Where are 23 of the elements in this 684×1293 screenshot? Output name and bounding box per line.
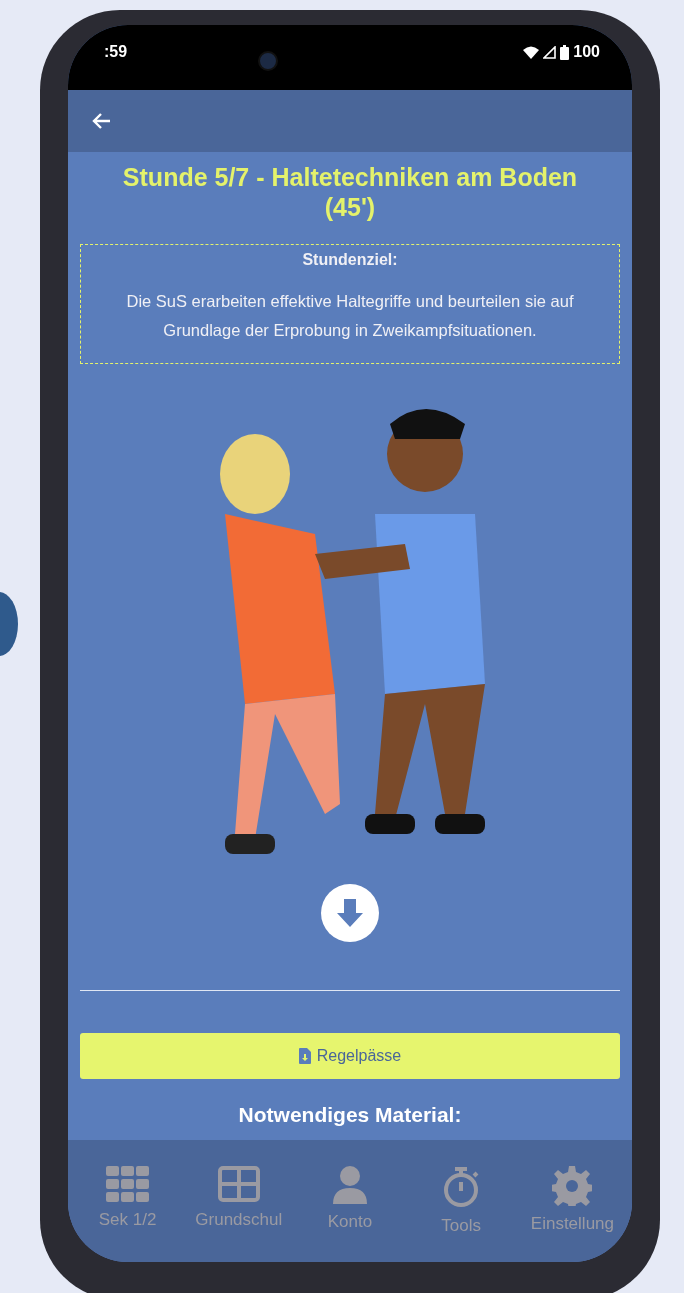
download-button[interactable]: Regelpässe: [80, 1033, 620, 1079]
back-arrow-icon[interactable]: [91, 112, 111, 130]
lesson-title: Stunde 5/7 - Haltetechniken am Boden (45'): [121, 162, 579, 222]
signal-icon: [543, 45, 557, 59]
battery-icon: [560, 44, 570, 60]
user-icon: [333, 1166, 367, 1204]
stopwatch-icon: [443, 1166, 480, 1208]
battery-level: 100: [573, 43, 600, 61]
grid-icon: [105, 1166, 150, 1202]
nav-tab[interactable]: Konto: [294, 1140, 406, 1262]
nav-tab[interactable]: Grundschul: [183, 1140, 295, 1262]
goal-text: Die SuS erarbeiten effektive Haltegriffe und beurteilen sie auf Grundlage der Erprobung in Zweikampfsituationen.: [125, 291, 575, 341]
clock: :59: [104, 43, 128, 61]
goal-heading: Stundenziel:: [301, 251, 399, 269]
nav-tab[interactable]: Tools: [405, 1140, 517, 1262]
nav-tab[interactable]: Einstellung: [516, 1140, 628, 1262]
camera-icon: [258, 51, 278, 71]
table-icon: [217, 1166, 260, 1202]
wifi-icon: [523, 45, 540, 59]
settings-icon: [552, 1166, 593, 1206]
material-heading: Notwendiges Material:: [238, 1103, 462, 1127]
nav-tab[interactable]: Sek 1/2: [72, 1140, 184, 1262]
file-download-icon: [298, 1048, 311, 1064]
